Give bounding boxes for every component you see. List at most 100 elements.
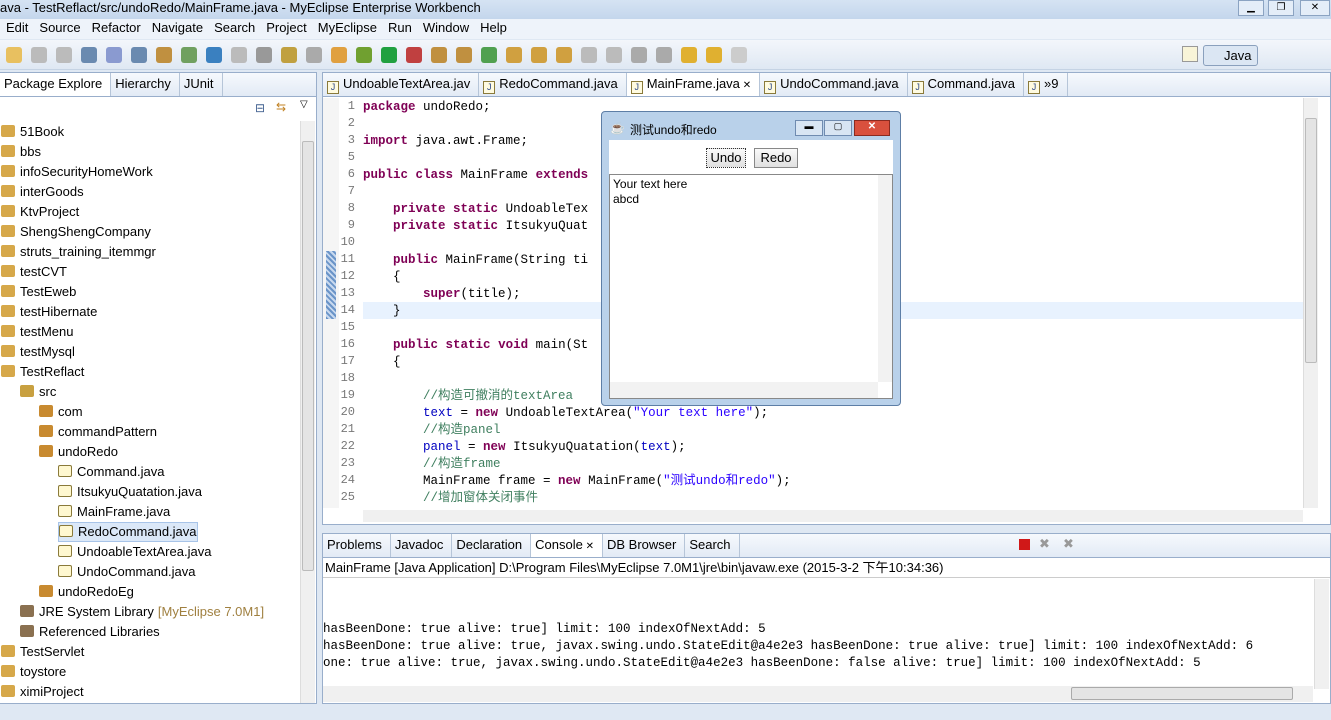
tab-mainframe-java[interactable]: J MainFrame.java ✕ [626,73,761,96]
dialog-close-button[interactable]: ✕ [854,120,890,136]
tree-item[interactable]: TestServlet [1,642,84,662]
toolbar-icon[interactable] [156,47,172,63]
code-line[interactable]: public class MainFrame extends [363,167,588,184]
menu-project[interactable]: Project [266,20,306,35]
toolbar-icon[interactable] [506,47,522,63]
tab-undocommand-java[interactable]: J UndoCommand.java [760,73,908,96]
text-hscrollbar[interactable] [610,382,878,398]
menu-myeclipse[interactable]: MyEclipse [318,20,377,35]
collapse-all-icon[interactable]: ⊟ [255,101,265,115]
text-vscrollbar[interactable] [878,175,892,382]
dialog-minimize-button[interactable]: ▬ [795,120,823,136]
tab-junit[interactable]: JUnit [180,73,223,96]
tab-package-explore[interactable]: Package Explore [0,73,112,96]
tree-item[interactable]: src [20,382,56,402]
code-line[interactable]: //构造frame [363,456,501,473]
menu-run[interactable]: Run [388,20,412,35]
tree-item[interactable]: KtvProject [1,202,79,222]
toolbar-icon[interactable] [281,47,297,63]
java-perspective-button[interactable]: Java [1203,45,1258,66]
toolbar-icon[interactable] [131,47,147,63]
tab-declaration[interactable]: Declaration [452,534,532,557]
close-button[interactable]: ✕ [1300,0,1330,16]
toolbar-icon[interactable] [556,47,572,63]
remove-launch-icon[interactable]: ✖ [1039,536,1050,552]
tree-item[interactable]: testMenu [1,322,73,342]
code-line[interactable]: public static void main(St [363,337,588,354]
menu-window[interactable]: Window [423,20,469,35]
menu-search[interactable]: Search [214,20,255,35]
toolbar-icon[interactable] [356,47,372,63]
toolbar-icon[interactable] [306,47,322,63]
code-line[interactable]: { [363,354,401,371]
code-line[interactable]: super(title); [363,286,521,303]
code-line[interactable]: package undoRedo; [363,99,491,116]
tree-item[interactable]: ximiProject [1,682,84,702]
console-vscrollbar[interactable] [1314,579,1329,689]
tab-redocommand-java[interactable]: J RedoCommand.java [479,73,627,96]
tab-undoabletextarea-jav[interactable]: J UndoableTextArea.jav [323,73,480,96]
dialog-maximize-button[interactable]: ▢ [824,120,852,136]
toolbar-icon[interactable] [81,47,97,63]
view-menu-icon[interactable]: ▽ [300,99,308,110]
toolbar-icon[interactable] [381,47,397,63]
tab-command-java[interactable]: J Command.java [908,73,1025,96]
menu-refactor[interactable]: Refactor [92,20,141,35]
console-hscrollbar[interactable] [323,686,1313,702]
code-line[interactable]: panel = new ItsukyuQuatation(text); [363,439,686,456]
menu-navigate[interactable]: Navigate [152,20,203,35]
tree-item[interactable]: ItsukyuQuatation.java [58,482,202,502]
tab-console[interactable]: Console ✕ [531,534,603,557]
remove-all-icon[interactable]: ✖ [1063,536,1074,552]
editor-vscrollbar[interactable] [1303,98,1318,508]
code-line[interactable]: } [363,303,401,320]
tree-item[interactable]: toystore [1,662,66,682]
code-line[interactable]: public MainFrame(String ti [363,252,588,269]
code-line[interactable]: MainFrame frame = new MainFrame("测试undo和… [363,473,791,490]
code-line[interactable]: private static ItsukyuQuat [363,218,588,235]
toolbar-icon[interactable] [706,47,722,63]
toolbar-icon[interactable] [656,47,672,63]
tree-item[interactable]: undoRedoEg [39,582,134,602]
tree-item[interactable]: commandPattern [39,422,157,442]
close-tab-icon[interactable]: ✕ [740,80,751,91]
console-output[interactable]: hasBeenDone: true alive: true] limit: 10… [323,579,1313,689]
toolbar-icon[interactable] [581,47,597,63]
toolbar-icon[interactable] [106,47,122,63]
code-line[interactable]: private static UndoableTex [363,201,588,218]
tree-item[interactable]: testCVT [1,262,67,282]
code-line[interactable]: //构造panel [363,422,501,439]
menu-source[interactable]: Source [39,20,80,35]
tree-item[interactable]: TestEweb [1,282,76,302]
tree-item[interactable]: TestReflact [1,362,84,382]
tree-item[interactable]: infoSecurityHomeWork [1,162,153,182]
code-line[interactable]: //构造可撤消的textArea [363,388,573,405]
toolbar-icon[interactable] [631,47,647,63]
toolbar-icon[interactable] [431,47,447,63]
tab--9[interactable]: J »9 [1024,73,1068,96]
text-area[interactable]: Your text here abcd [609,174,893,399]
tree-item[interactable]: RedoCommand.java [58,522,198,542]
editor-hscrollbar[interactable] [363,510,1303,522]
tab-hierarchy[interactable]: Hierarchy [111,73,180,96]
toolbar-icon[interactable] [681,47,697,63]
toolbar-icon[interactable] [206,47,222,63]
text-area-content[interactable]: Your text here abcd [610,175,892,209]
code-line[interactable]: import java.awt.Frame; [363,133,528,150]
toolbar-icon[interactable] [406,47,422,63]
tab-problems[interactable]: Problems [323,534,391,557]
tree-item[interactable]: 51Book [1,122,64,142]
tree-item[interactable]: JRE System Library [MyEclipse 7.0M1] [20,602,264,622]
toolbar-icon[interactable] [731,47,747,63]
tree-item[interactable]: Command.java [58,462,164,482]
toolbar-icon[interactable] [481,47,497,63]
toolbar-icon[interactable] [606,47,622,63]
toolbar-icon[interactable] [56,47,72,63]
menu-help[interactable]: Help [480,20,507,35]
tree-item[interactable]: com [39,402,83,422]
tree-item[interactable]: Referenced Libraries [20,622,160,642]
tab-db-browser[interactable]: DB Browser [603,534,686,557]
toolbar-icon[interactable] [456,47,472,63]
toolbar-icon[interactable] [6,47,22,63]
toolbar-icon[interactable] [231,47,247,63]
